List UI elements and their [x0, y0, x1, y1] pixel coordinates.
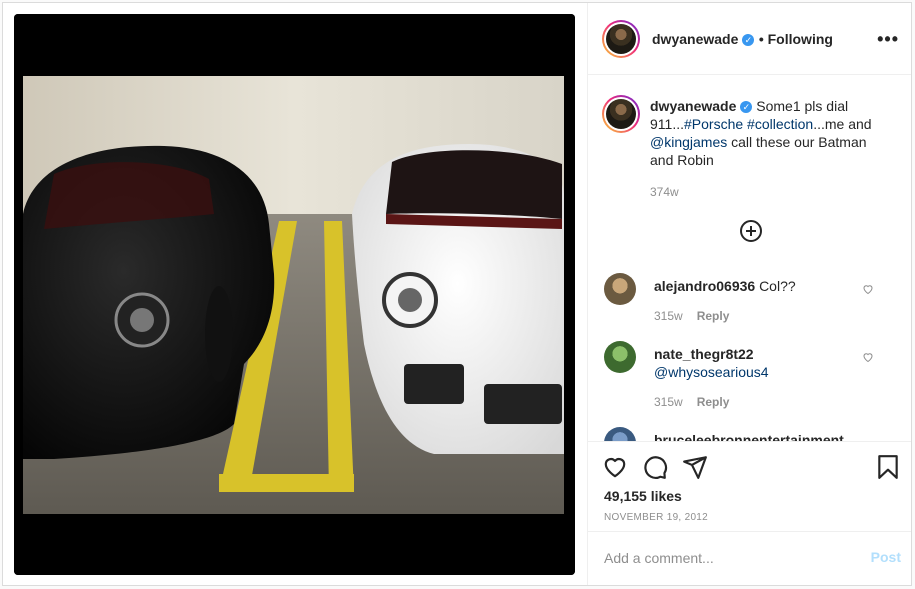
post-sidebar: dwyanewade ✓ • Following ••• dwyanewade ✓ … — [588, 3, 911, 585]
post-actions: 49,155 likes NOVEMBER 19, 2012 — [588, 441, 911, 529]
verified-badge-icon: ✓ — [740, 101, 753, 113]
commenter-avatar[interactable] — [604, 341, 636, 373]
bookmark-icon[interactable] — [875, 454, 901, 480]
caption-timestamp[interactable]: 374w — [650, 183, 890, 201]
hashtag-collection[interactable]: #collection — [747, 116, 813, 132]
comment-icon[interactable] — [642, 454, 668, 480]
post-header: dwyanewade ✓ • Following ••• — [588, 3, 911, 75]
hashtag-porsche[interactable]: #Porsche — [684, 116, 743, 132]
likes-count[interactable]: 49,155 likes — [604, 488, 682, 504]
reply-button[interactable]: Reply — [697, 395, 730, 409]
caption-author-avatar[interactable] — [602, 95, 640, 133]
add-comment-bar: Post — [588, 531, 911, 585]
more-horizontal-icon[interactable]: ••• — [877, 29, 899, 50]
comments-list[interactable]: dwyanewade ✓ Some1 pls dial 911...#Porsch… — [588, 75, 911, 441]
comment-mention[interactable]: @whysosearious4 — [654, 364, 769, 380]
commenter-avatar[interactable] — [604, 273, 636, 305]
post-date[interactable]: NOVEMBER 19, 2012 — [604, 512, 708, 523]
post-caption: dwyanewade ✓ Some1 pls dial 911...#Porsch… — [650, 97, 890, 201]
post-photo[interactable] — [14, 14, 575, 575]
comment-username[interactable]: alejandro06936 — [654, 278, 755, 294]
comment-username[interactable]: nate_thegr8t22 — [654, 346, 754, 362]
following-button[interactable]: • Following — [759, 31, 833, 47]
reply-button[interactable]: Reply — [697, 309, 730, 323]
like-comment-heart-icon[interactable] — [862, 283, 874, 295]
comment-age[interactable]: 315w — [654, 309, 683, 323]
post-media — [3, 3, 588, 585]
author-avatar[interactable] — [602, 20, 640, 58]
add-comment-input[interactable] — [604, 546, 844, 570]
load-more-comments-icon[interactable] — [740, 220, 762, 242]
post-card: dwyanewade ✓ • Following ••• dwyanewade ✓ … — [2, 2, 912, 586]
caption-username[interactable]: dwyanewade — [650, 98, 736, 114]
author-username[interactable]: dwyanewade — [652, 31, 738, 47]
author-line: dwyanewade ✓ • Following — [652, 31, 833, 49]
heart-icon[interactable] — [602, 454, 628, 480]
mention-kingjames[interactable]: @kingjames — [650, 134, 727, 150]
comment-age[interactable]: 315w — [654, 395, 683, 409]
comment-text: Col?? — [759, 278, 796, 294]
post-comment-button[interactable]: Post — [871, 549, 901, 565]
commenter-avatar[interactable] — [604, 427, 636, 441]
verified-badge-icon: ✓ — [742, 34, 755, 46]
comment-username[interactable]: bruceleebronnentertainment — [654, 432, 844, 441]
like-comment-heart-icon[interactable] — [862, 351, 874, 363]
caption-text-2: ...me and — [813, 116, 872, 132]
share-icon[interactable] — [682, 454, 708, 480]
